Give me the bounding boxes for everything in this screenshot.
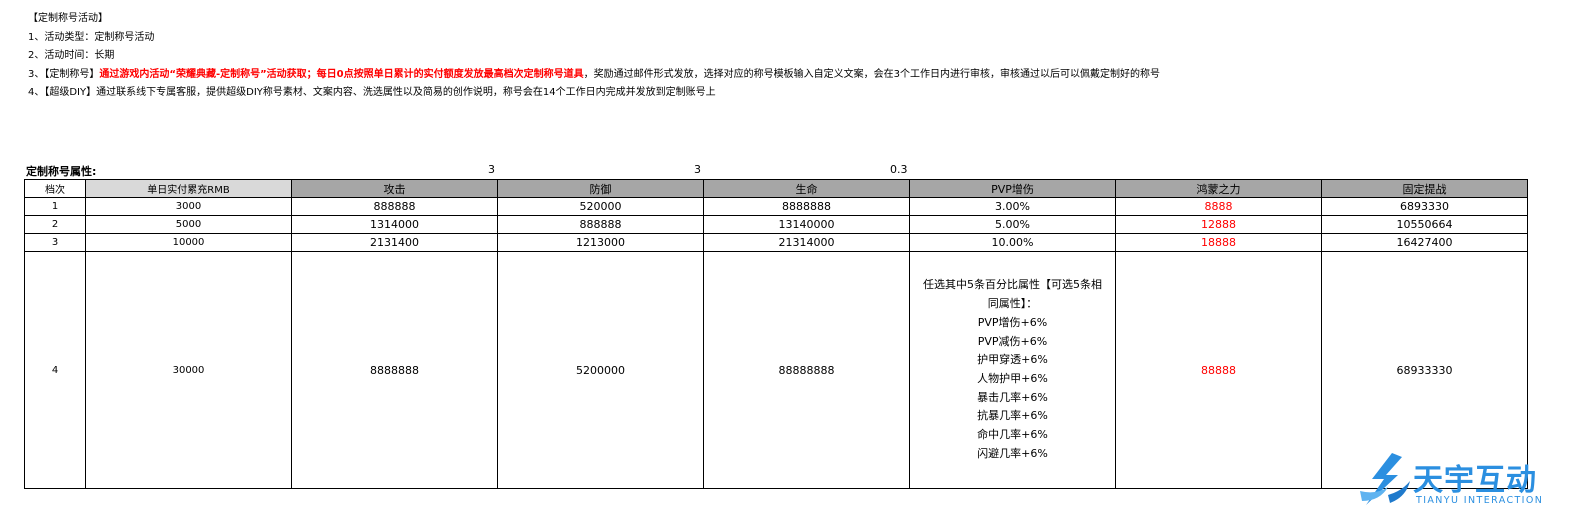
pvp-option: PVP增伤+6%: [977, 315, 1048, 329]
cell-pvp: 10.00%: [909, 233, 1116, 252]
header-power: 固定提战: [1321, 179, 1528, 198]
cell-rmb: 3000: [85, 197, 292, 216]
cell-defense: 520000: [497, 197, 704, 216]
header-pvp: PVP增伤: [909, 179, 1116, 198]
table-row-tier4: 4 30000 8888888 5200000 88888888 任选其中5条百…: [24, 251, 1528, 489]
line3-prefix: 3、【定制称号】: [28, 68, 100, 80]
cell-rmb: 10000: [85, 233, 292, 252]
table-row: 2 5000 1314000 888888 13140000 5.00% 128…: [24, 215, 1528, 234]
intro-title: 【定制称号活动】: [28, 13, 108, 24]
logo-text-en: TIANYU INTERACTION: [1416, 495, 1544, 506]
cell-hongmeng: 88888: [1115, 251, 1322, 489]
cell-power: 10550664: [1321, 215, 1528, 234]
cell-hp: 8888888: [703, 197, 910, 216]
header-rmb: 单日实付累充RMB: [85, 179, 292, 198]
pvp-options-list: 任选其中5条百分比属性【可选5条相 同属性】： PVP增伤+6% PVP减伤+6…: [911, 276, 1115, 463]
cell-tier: 1: [24, 197, 86, 216]
table-header-row: 档次 单日实付累充RMB 攻击 防御 生命 PVP增伤 鸿蒙之力 固定提战: [24, 179, 1528, 198]
pvp-option: 闪避几率+6%: [977, 446, 1048, 460]
cell-power: 6893330: [1321, 197, 1528, 216]
cell-attack: 1314000: [291, 215, 498, 234]
cell-tier: 3: [24, 233, 86, 252]
cell-attack: 2131400: [291, 233, 498, 252]
table-row: 1 3000 888888 520000 8888888 3.00% 8888 …: [24, 197, 1528, 216]
cell-defense: 888888: [497, 215, 704, 234]
tianyu-logo: 天宇互动 TIANYU INTERACTION: [1358, 451, 1568, 511]
multiplier-defense: 3: [694, 163, 701, 176]
line3-highlight: 通过游戏内活动“荣耀典藏-定制称号”活动获取；每日0点按照单日累计的实付额度发放…: [99, 68, 584, 80]
cell-pvp: 3.00%: [909, 197, 1116, 216]
header-tier: 档次: [24, 179, 86, 198]
cell-defense: 5200000: [497, 251, 704, 489]
cell-hongmeng: 12888: [1115, 215, 1322, 234]
pvp-option: PVP减伤+6%: [977, 334, 1048, 348]
cell-pvp: 5.00%: [909, 215, 1116, 234]
table-row: 3 10000 2131400 1213000 21314000 10.00% …: [24, 233, 1528, 252]
cell-power: 16427400: [1321, 233, 1528, 252]
pvp-option: 抗暴几率+6%: [977, 409, 1048, 423]
cell-attack: 888888: [291, 197, 498, 216]
props-row: 定制称号属性: 3 3 0.3: [0, 163, 1581, 179]
intro-line-type: 1、活动类型：定制称号活动: [28, 31, 155, 43]
pvp-option: 人物护甲+6%: [977, 372, 1048, 385]
pvp-option-intro-cont: 同属性】：: [987, 297, 1038, 311]
cell-rmb: 30000: [85, 251, 292, 489]
logo-text-cn: 天宇互动: [1413, 463, 1537, 498]
cell-rmb: 5000: [85, 215, 292, 234]
cell-pvp-options: 任选其中5条百分比属性【可选5条相 同属性】： PVP增伤+6% PVP减伤+6…: [909, 251, 1116, 489]
attribute-table: 档次 单日实付累充RMB 攻击 防御 生命 PVP增伤 鸿蒙之力 固定提战 1 …: [24, 179, 1528, 489]
props-label: 定制称号属性:: [26, 165, 97, 178]
header-attack: 攻击: [291, 179, 498, 198]
cell-tier: 2: [24, 215, 86, 234]
multiplier-hp: 0.3: [890, 163, 908, 176]
cell-defense: 1213000: [497, 233, 704, 252]
intro-line-time: 2、活动时间：长期: [28, 50, 115, 61]
line3-suffix: ，奖励通过邮件形式发放，选择对应的称号模板输入自定义文案，会在3个工作日内进行审…: [583, 68, 1161, 80]
multiplier-attack: 3: [488, 163, 495, 176]
cell-hp: 13140000: [703, 215, 910, 234]
header-hongmeng: 鸿蒙之力: [1115, 179, 1322, 198]
cell-hongmeng: 18888: [1115, 233, 1322, 252]
activity-intro: 【定制称号活动】 1、活动类型：定制称号活动 2、活动时间：长期 3、【定制称号…: [28, 10, 1160, 103]
cell-hp: 21314000: [703, 233, 910, 252]
pvp-option-intro: 任选其中5条百分比属性【可选5条相: [923, 278, 1102, 292]
cell-tier: 4: [24, 251, 86, 489]
cell-hongmeng: 8888: [1115, 197, 1322, 216]
pvp-option: 命中几率+6%: [977, 428, 1048, 442]
pvp-option: 护甲穿透+6%: [977, 353, 1048, 367]
cell-attack: 8888888: [291, 251, 498, 489]
intro-line-custom-title: 3、【定制称号】通过游戏内活动“荣耀典藏-定制称号”活动获取；每日0点按照单日累…: [28, 66, 1160, 85]
pvp-option: 暴击几率+6%: [977, 390, 1048, 404]
intro-line-super-diy: 4、【超级DIY】通过联系线下专属客服，提供超级DIY称号素材、文案内容、洗选属…: [28, 87, 716, 98]
tianyu-logo-icon: [1360, 453, 1410, 505]
cell-hp: 88888888: [703, 251, 910, 489]
header-defense: 防御: [497, 179, 704, 198]
header-hp: 生命: [703, 179, 910, 198]
